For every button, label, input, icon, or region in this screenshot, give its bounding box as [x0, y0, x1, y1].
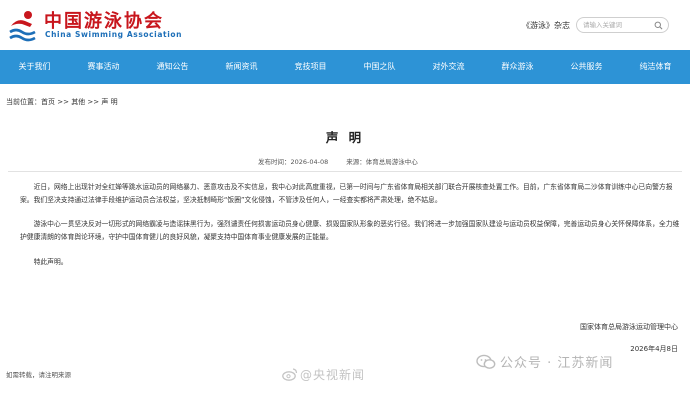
magazine-link[interactable]: 《游泳》杂志: [522, 20, 570, 31]
article-title: 声 明: [325, 130, 365, 145]
nav-item-about[interactable]: 关于我们: [0, 50, 69, 84]
breadcrumb-prefix: 当前位置：: [6, 98, 41, 106]
article-meta: 发布时间：2026-04-08 来源：体育总局游泳中心: [258, 156, 418, 166]
nav-item-national-team[interactable]: 中国之队: [345, 50, 414, 84]
search-box[interactable]: [576, 17, 669, 33]
wechat-icon: [476, 354, 496, 369]
reprint-note: 如需转载，请注明来源: [6, 371, 71, 379]
breadcrumb-separator: >>: [55, 98, 72, 106]
breadcrumb-home[interactable]: 首页: [41, 98, 55, 106]
nav-item-clean-sport[interactable]: 纯洁体育: [621, 50, 690, 84]
logo-subtitle: China Swimming Association: [45, 30, 183, 39]
publish-date: 2026-04-08: [290, 158, 329, 166]
nav-item-events[interactable]: 赛事活动: [69, 50, 138, 84]
nav-item-news[interactable]: 新闻资讯: [207, 50, 276, 84]
meta-divider: [8, 171, 682, 172]
nav-item-competitive[interactable]: 竞技项目: [276, 50, 345, 84]
main-nav: 关于我们 赛事活动 通知公告 新闻资讯 竞技项目 中国之队 对外交流 群众游泳 …: [0, 50, 690, 84]
breadcrumb-other[interactable]: 其他: [71, 98, 85, 106]
source-label: 来源：: [346, 158, 366, 166]
source-value: 体育总局游泳中心: [365, 158, 418, 166]
nav-item-public-swimming[interactable]: 群众游泳: [483, 50, 552, 84]
swimmer-logo-icon[interactable]: [8, 8, 38, 42]
breadcrumb-current: 声 明: [101, 98, 118, 106]
signature-date: 2026年4月8日: [630, 345, 678, 353]
breadcrumb-separator: >>: [85, 98, 102, 106]
article-paragraph: 游泳中心一贯坚决反对一切形式的网络霸凌与造谣抹黑行为，强烈谴责任何损害运动员身心…: [20, 220, 680, 241]
weibo-watermark: @央视新闻: [300, 368, 366, 382]
weibo-icon: [282, 368, 298, 381]
publish-label: 发布时间：: [258, 158, 291, 166]
wechat-watermark: 公众号 · 江苏新闻: [500, 356, 614, 371]
search-icon[interactable]: [654, 21, 663, 30]
nav-item-exchange[interactable]: 对外交流: [414, 50, 483, 84]
nav-item-notices[interactable]: 通知公告: [138, 50, 207, 84]
search-input[interactable]: [583, 19, 653, 31]
breadcrumb: 当前位置：首页 >> 其他 >> 声 明: [6, 97, 118, 107]
article-paragraph: 特此声明。: [33, 258, 68, 266]
article-paragraph: 近日，网络上出现针对全红婵等跳水运动员的网络暴力、恶意攻击及不实信息，我中心对此…: [20, 183, 673, 204]
nav-item-public-service[interactable]: 公共服务: [552, 50, 621, 84]
site-header: 中国游泳协会 China Swimming Association 《游泳》杂志: [0, 0, 690, 50]
signature-org: 国家体育总局游泳运动管理中心: [580, 323, 678, 331]
